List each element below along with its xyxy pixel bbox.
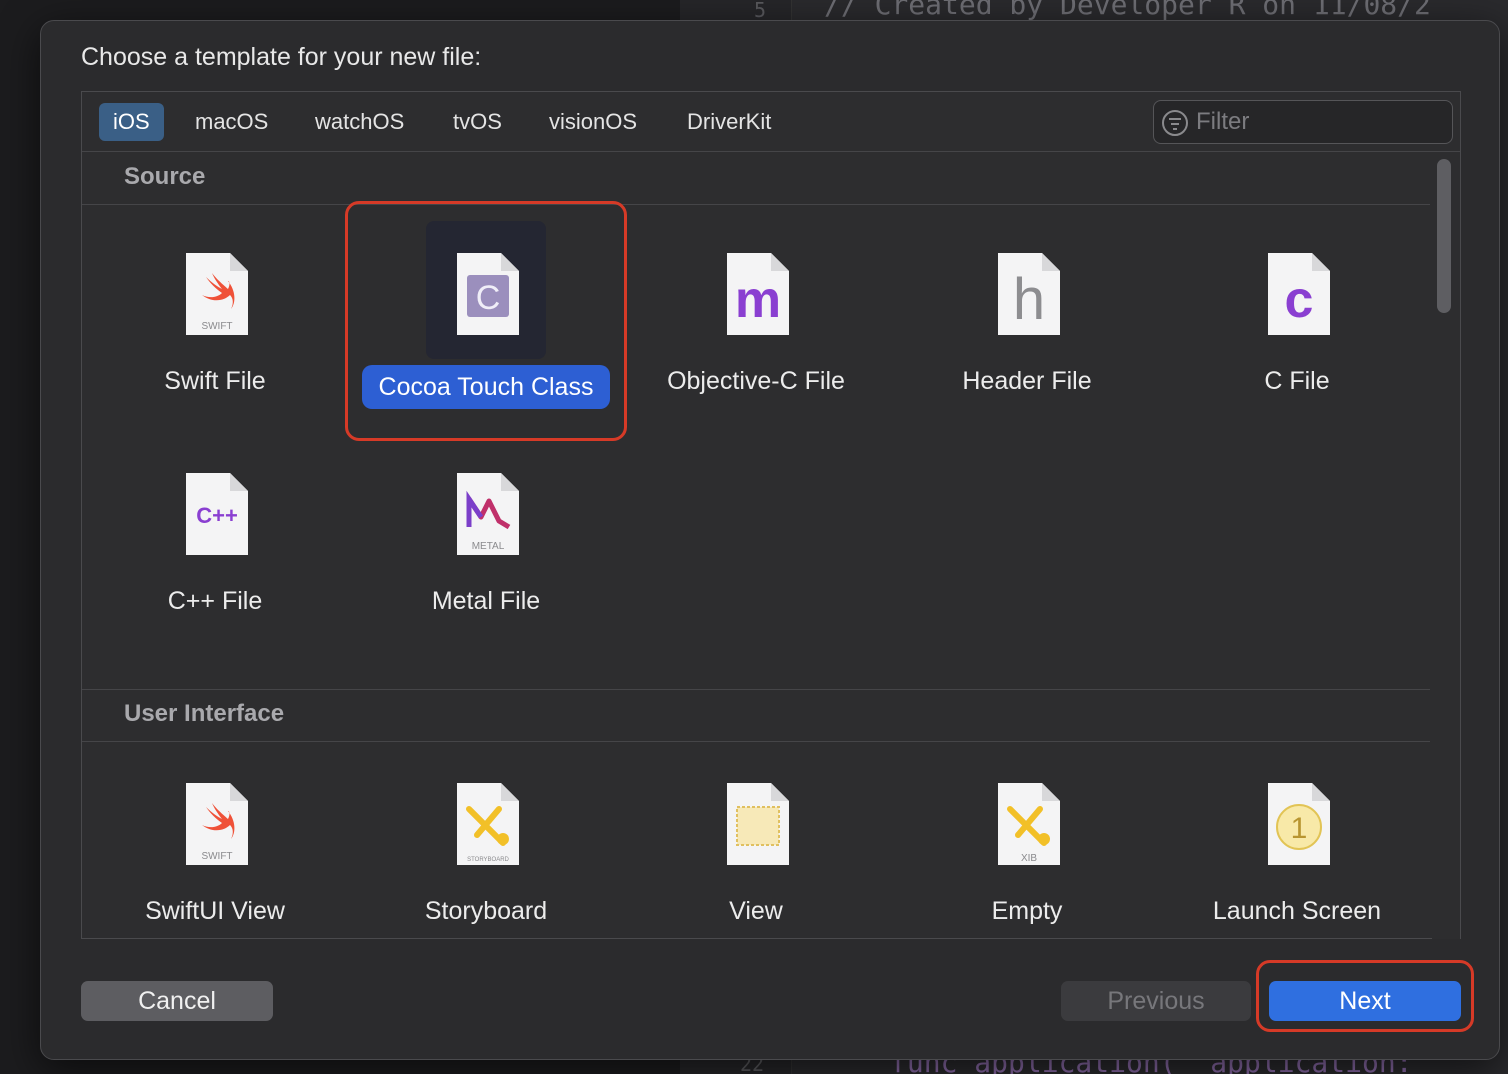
svg-text:h: h [1013, 267, 1045, 332]
svg-text:XIB: XIB [1021, 853, 1037, 864]
code-line: // Created by Developer R on 11/08/2 [824, 0, 1431, 21]
swift-icon: SWIFT [186, 253, 248, 335]
tab-watchos[interactable]: watchOS [301, 103, 418, 141]
template-swift-file[interactable]: SWIFT Swift File [95, 231, 335, 431]
template-label: C++ File [167, 587, 263, 615]
svg-text:c: c [1285, 271, 1314, 329]
template-label: C File [1264, 367, 1330, 395]
icon-tile: c [1237, 231, 1357, 359]
template-view[interactable]: View [636, 761, 876, 939]
line-number: 5 [754, 0, 767, 22]
previous-button[interactable]: Previous [1061, 981, 1251, 1021]
section-title: User Interface [124, 700, 285, 727]
svg-text:SWIFT: SWIFT [201, 851, 232, 862]
icon-tile: SWIFT [155, 761, 275, 889]
svg-text:STORYBOARD: STORYBOARD [467, 857, 509, 863]
tab-visionos[interactable]: visionOS [535, 103, 651, 141]
template-label: Metal File [431, 587, 541, 615]
platform-tabbar: iOS macOS watchOS tvOS visionOS DriverKi… [82, 92, 1460, 152]
view-xib-icon [727, 783, 789, 865]
filter-icon [1162, 110, 1188, 136]
template-label: Storyboard [424, 897, 548, 925]
icon-tile: m [696, 231, 816, 359]
header-h-icon: h [998, 253, 1060, 335]
svg-text:m: m [735, 271, 781, 329]
icon-tile: SWIFT [155, 231, 275, 359]
svg-text:C++: C++ [196, 503, 238, 528]
cpp-icon: C++ [186, 473, 248, 555]
template-c-file[interactable]: c C File [1177, 231, 1417, 431]
template-header-file[interactable]: h Header File [907, 231, 1147, 431]
template-storyboard[interactable]: STORYBOARD Storyboard [366, 761, 606, 939]
filter-field[interactable] [1153, 100, 1453, 144]
icon-tile: h [967, 231, 1087, 359]
storyboard-icon: STORYBOARD [457, 783, 519, 865]
cancel-button[interactable]: Cancel [81, 981, 273, 1021]
next-button[interactable]: Next [1269, 981, 1461, 1021]
tab-driverkit[interactable]: DriverKit [673, 103, 785, 141]
sheet-title: Choose a template for your new file: [81, 43, 482, 71]
swift-icon: SWIFT [186, 783, 248, 865]
template-label: Empty [991, 897, 1063, 925]
objc-m-icon: m [727, 253, 789, 335]
template-empty-xib[interactable]: XIB Empty [907, 761, 1147, 939]
icon-tile: XIB [967, 761, 1087, 889]
template-cocoa-touch-class[interactable]: C Cocoa Touch Class [362, 221, 610, 431]
section-title: Source [124, 163, 206, 190]
icon-tile: C++ [155, 451, 275, 579]
template-cpp-file[interactable]: C++ C++ File [95, 451, 335, 651]
xib-icon: XIB [998, 783, 1060, 865]
icon-tile [696, 761, 816, 889]
template-swiftui-view[interactable]: SWIFT SwiftUI View [95, 761, 335, 939]
svg-text:C: C [476, 279, 501, 317]
vertical-scrollbar[interactable] [1432, 153, 1460, 939]
cocoa-class-icon: C [457, 253, 519, 335]
icon-tile: 1 [1237, 761, 1357, 889]
c-file-icon: c [1268, 253, 1330, 335]
template-label: Launch Screen [1212, 897, 1382, 925]
filter-input[interactable] [1196, 105, 1446, 139]
icon-tile: METAL [426, 451, 546, 579]
tab-macos[interactable]: macOS [181, 103, 282, 141]
template-chooser: iOS macOS watchOS tvOS visionOS DriverKi… [81, 91, 1461, 939]
template-label: Swift File [164, 367, 266, 395]
template-metal-file[interactable]: METAL Metal File [366, 451, 606, 651]
tab-tvos[interactable]: tvOS [439, 103, 516, 141]
svg-text:METAL: METAL [472, 541, 505, 552]
template-objective-c-file[interactable]: m Objective-C File [636, 231, 876, 431]
svg-text:SWIFT: SWIFT [201, 321, 232, 332]
new-file-template-sheet: Choose a template for your new file: iOS… [40, 20, 1500, 1060]
section-header-source: Source [82, 153, 1430, 205]
template-label: Cocoa Touch Class [362, 365, 610, 409]
template-label: Header File [962, 367, 1092, 395]
tab-ios[interactable]: iOS [99, 103, 164, 141]
metal-icon: METAL [457, 473, 519, 555]
scrollbar-thumb[interactable] [1437, 159, 1451, 313]
section-header-user-interface: User Interface [82, 690, 1430, 742]
launch-screen-icon: 1 [1268, 783, 1330, 865]
template-list[interactable]: Source SWIFT Swift File C Cocoa Touch Cl… [82, 153, 1430, 939]
icon-tile: STORYBOARD [426, 761, 546, 889]
icon-tile-selected: C [426, 221, 546, 359]
template-launch-screen[interactable]: 1 Launch Screen [1177, 761, 1417, 939]
template-label: SwiftUI View [145, 897, 285, 925]
template-label: View [729, 897, 783, 925]
svg-text:1: 1 [1291, 812, 1308, 845]
template-label: Objective-C File [667, 367, 845, 395]
